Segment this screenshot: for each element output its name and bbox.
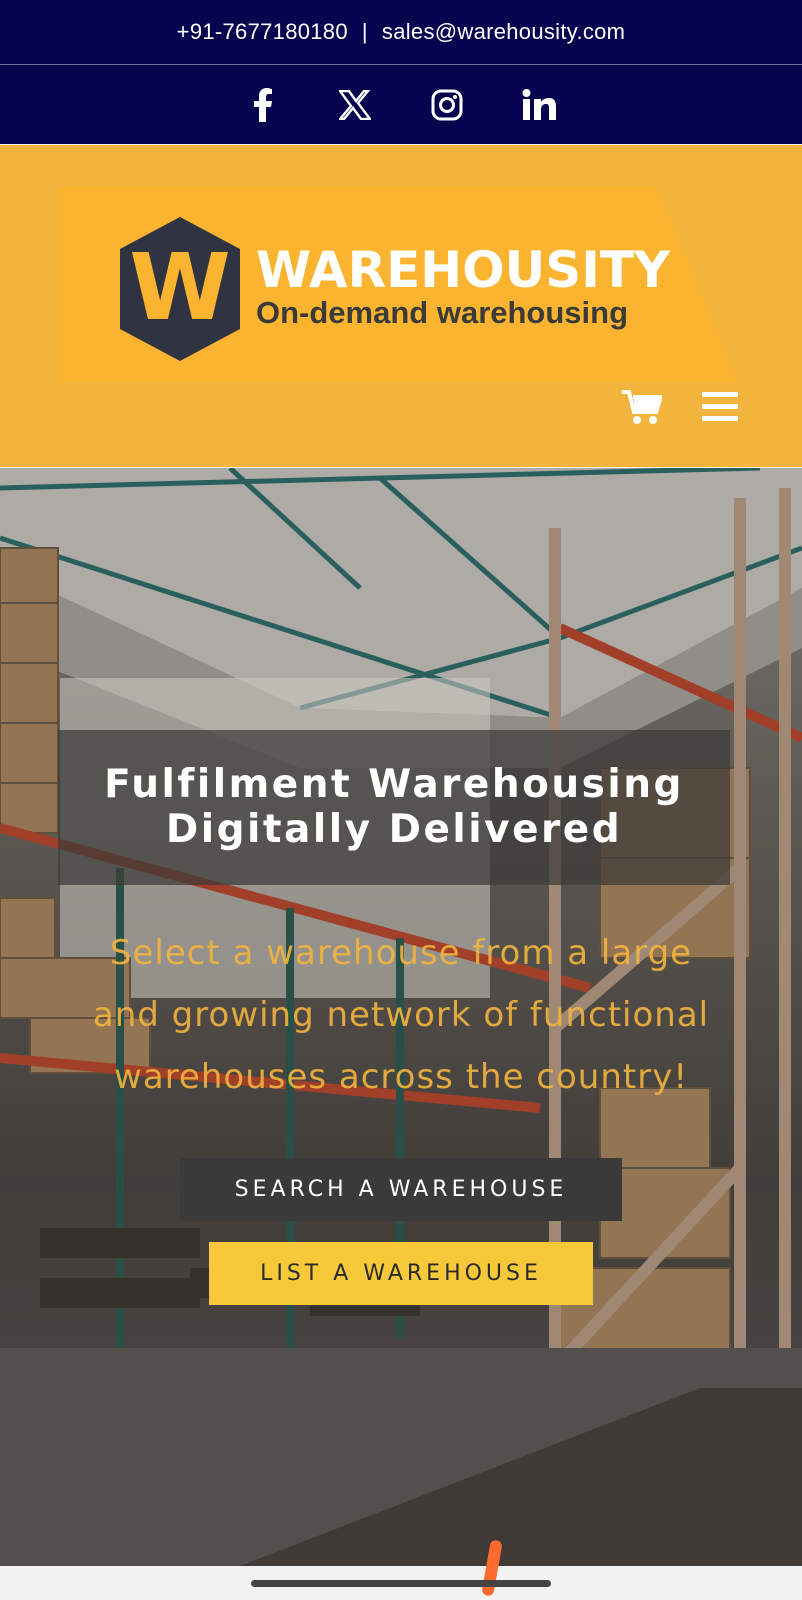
list-warehouse-button[interactable]: LIST A WAREHOUSE (209, 1242, 593, 1305)
phone-link[interactable]: +91-7677180180 (177, 19, 348, 45)
linkedin-icon[interactable] (522, 88, 556, 122)
hero-section: Fulfilment Warehousing Digitally Deliver… (0, 468, 802, 1566)
social-bar (0, 64, 802, 144)
x-twitter-icon[interactable] (338, 88, 372, 122)
home-indicator[interactable] (251, 1580, 551, 1587)
menu-icon[interactable] (702, 392, 738, 427)
hero-title-line1: Fulfilment Warehousing (104, 761, 684, 807)
logo-brand: WAREHOUSITY (256, 241, 671, 299)
instagram-icon[interactable] (430, 88, 464, 122)
hero-subtitle-line3: warehouses across the country! (114, 1057, 688, 1097)
hero-subtitle: Select a warehouse from a large and grow… (48, 922, 754, 1108)
site-header: W WAREHOUSITY On-demand warehousing (0, 145, 802, 467)
email-link[interactable]: sales@warehousity.com (382, 19, 625, 45)
hero-subtitle-line2: and growing network of functional (92, 995, 710, 1035)
contact-separator: | (361, 19, 368, 44)
contact-bar: +91-7677180180 | sales@warehousity.com (0, 0, 802, 64)
cart-icon[interactable] (622, 389, 664, 430)
warehousity-logo[interactable]: W WAREHOUSITY On-demand warehousing (58, 187, 738, 383)
hero-title-line2: Digitally Delivered (165, 806, 623, 852)
search-warehouse-button[interactable]: SEARCH A WAREHOUSE (180, 1158, 622, 1221)
logo-letter: W (129, 234, 230, 341)
facebook-icon[interactable] (246, 87, 280, 122)
hero-title: Fulfilment Warehousing Digitally Deliver… (58, 730, 730, 885)
logo-tagline: On-demand warehousing (256, 295, 628, 330)
hero-subtitle-line1: Select a warehouse from a large (109, 933, 693, 973)
